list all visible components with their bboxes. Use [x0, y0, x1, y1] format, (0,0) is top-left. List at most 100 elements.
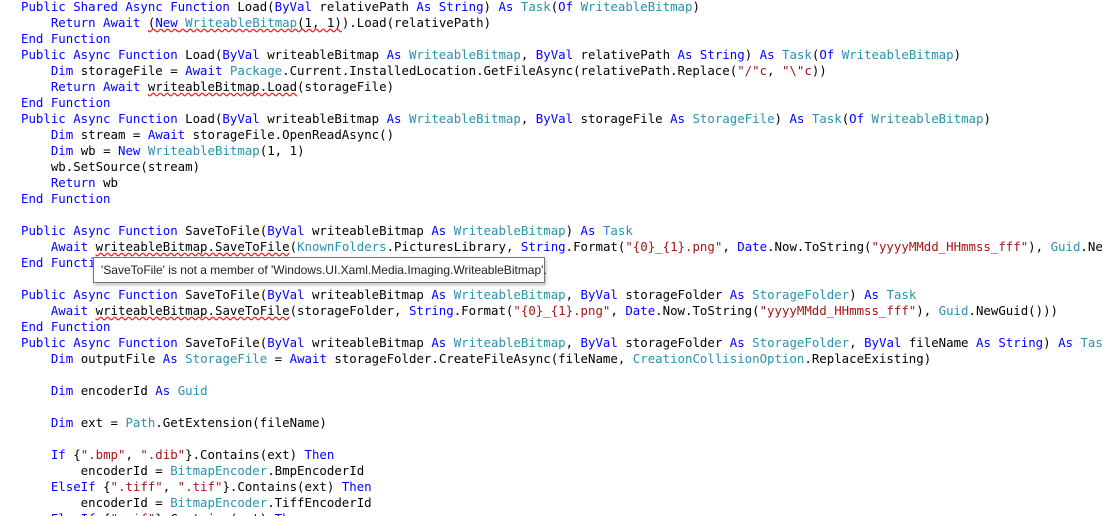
code-token: SaveToFile( [177, 287, 268, 302]
code-token: Then [275, 511, 305, 516]
code-line[interactable]: encoderId = BitmapEncoder.TiffEncoderId [21, 495, 372, 511]
code-line[interactable]: wb.SetSource(stream) [21, 159, 200, 175]
code-line[interactable]: Dim storageFile = Await Package.Current.… [21, 63, 827, 79]
code-line[interactable]: Dim wb = New WriteableBitmap(1, 1) [21, 143, 305, 159]
code-line[interactable]: If {".bmp", ".dib"}.Contains(ext) Then [21, 447, 335, 463]
code-line[interactable]: End Function [21, 31, 111, 47]
code-line[interactable]: Dim outputFile As StorageFile = Await st… [21, 351, 931, 367]
code-token: ) [744, 47, 760, 62]
code-token: ByVal [580, 287, 618, 302]
code-token: Load( [177, 111, 223, 126]
code-token: WriteableBitmap [453, 335, 566, 350]
error-token: writeableBitmap.SaveToFile [95, 239, 290, 254]
code-token: If [50, 447, 66, 462]
code-token: StorageFile [185, 351, 268, 366]
code-token: StorageFolder [752, 335, 850, 350]
code-token: ByVal [535, 111, 574, 126]
code-token: ), [1028, 239, 1051, 254]
code-line[interactable]: End Function [21, 319, 111, 335]
code-line[interactable]: Return Await (New WriteableBitmap(1, 1))… [21, 15, 491, 31]
code-token: ByVal [222, 111, 260, 126]
code-token: .NewGuid())) [1080, 239, 1103, 254]
code-token: String [408, 303, 454, 318]
code-token: Task [520, 0, 551, 14]
code-token: storageFile.OpenReadAsync() [185, 127, 395, 142]
code-token: Task [602, 223, 633, 238]
code-line[interactable]: ElseIf {".tiff", ".tif"}.Contains(ext) T… [21, 479, 372, 495]
code-line[interactable]: Public Async Function SaveToFile(ByVal w… [21, 223, 633, 239]
code-token: Task [782, 47, 812, 62]
code-token: BitmapEncoder [170, 463, 268, 478]
code-token: .BmpEncoderId [267, 463, 365, 478]
code-line[interactable]: Public Async Function Load(ByVal writeab… [21, 47, 961, 63]
code-line[interactable]: Dim encoderId As Guid [21, 383, 208, 399]
code-token: Return [50, 175, 96, 190]
code-line[interactable]: Public Async Function Load(ByVal writeab… [21, 111, 991, 127]
code-token: Dim [50, 127, 74, 142]
code-line[interactable]: Await writeableBitmap.SaveToFile(KnownFo… [21, 239, 1103, 255]
code-line[interactable]: End Function [21, 95, 111, 111]
code-token: storageFolder.CreateFileAsync(fileName, [326, 351, 633, 366]
code-token: ".tiff" [110, 479, 163, 494]
code-line[interactable]: Return Await writeableBitmap.Load(storag… [21, 79, 394, 95]
code-token: ).Load(relativePath) [341, 15, 492, 30]
code-line[interactable]: encoderId = BitmapEncoder.BmpEncoderId [21, 463, 365, 479]
code-token: "yyyyMMdd_HHmmss_fff" [871, 239, 1029, 254]
code-token: Await [50, 303, 89, 318]
code-token: wb [95, 175, 118, 190]
code-token: writeableBitmap [304, 335, 432, 350]
code-token: As [431, 335, 447, 350]
code-token: "{0}_{1}.png" [513, 303, 611, 318]
code-token: SaveToFile( [177, 335, 268, 350]
code-line[interactable]: Public Async Function SaveToFile(ByVal w… [21, 335, 1103, 351]
code-token: As [864, 287, 879, 302]
code-token: Dim [50, 63, 74, 78]
code-token: KnownFolders [297, 239, 387, 254]
code-line[interactable]: Return wb [21, 175, 118, 191]
code-token: StorageFolder [752, 287, 850, 302]
code-line[interactable]: Public Async Function SaveToFile(ByVal w… [21, 287, 916, 303]
code-token: relativePath [311, 0, 417, 14]
code-token: String [520, 239, 566, 254]
code-line[interactable]: End Function [21, 191, 111, 207]
code-token: ByVal [267, 223, 305, 238]
code-line[interactable]: Dim stream = Await storageFile.OpenReadA… [21, 127, 394, 143]
code-token: = [267, 351, 290, 366]
code-token: Package [229, 63, 283, 78]
code-token: ), [916, 303, 939, 318]
code-token: .NewGuid())) [968, 303, 1059, 318]
code-line[interactable]: Public Shared Async Function Load(ByVal … [21, 0, 700, 15]
error-token: WriteableBitmap [185, 15, 298, 30]
code-token: As [975, 335, 991, 350]
code-token: Dim [50, 351, 74, 366]
code-token: ".tif" [177, 479, 223, 494]
code-token: encoderId = [21, 463, 171, 478]
code-line[interactable]: Await writeableBitmap.SaveToFile(storage… [21, 303, 1058, 319]
code-line[interactable]: End Functi [21, 255, 96, 271]
code-token: Dim [50, 383, 74, 398]
code-line[interactable]: Dim ext = Path.GetExtension(fileName) [21, 415, 327, 431]
code-token: ByVal [267, 287, 305, 302]
code-token: (storageFolder, [289, 303, 409, 318]
code-line[interactable]: ElseIf {".gif"}.Contains(ext) Then [21, 511, 305, 516]
code-token: Date [737, 239, 768, 254]
code-token: , [125, 447, 141, 462]
code-token: Public Async Function [21, 335, 178, 350]
code-token: WriteableBitmap [841, 47, 954, 62]
code-token: End Functi [21, 255, 96, 270]
code-token: ) [774, 111, 790, 126]
